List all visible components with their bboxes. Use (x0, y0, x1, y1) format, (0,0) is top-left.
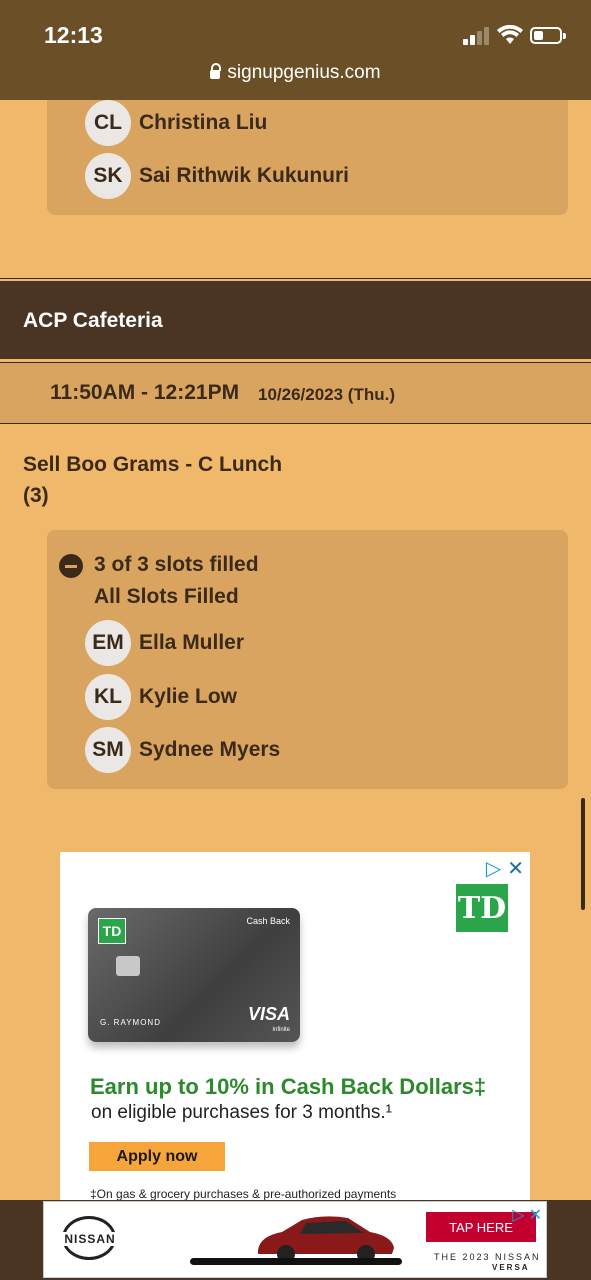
all-slots-filled-label: All Slots Filled (94, 585, 239, 608)
participant: CL Christina Liu (85, 100, 267, 146)
participant-name: Ella Muller (139, 631, 245, 654)
participant: EM Ella Muller (85, 620, 244, 666)
wifi-icon (497, 25, 523, 44)
battery-icon (530, 27, 566, 44)
participant: KL Kylie Low (85, 674, 237, 720)
slot-box: 3 of 3 slots filled All Slots Filled EM … (47, 530, 568, 789)
time-range-bar: 11:50AM - 12:21PM 10/26/2023 (Thu.) (0, 362, 591, 424)
model-line: THE 2023 NISSAN (434, 1252, 541, 1262)
time-range: 11:50AM - 12:21PM (50, 381, 240, 404)
card-holder: G. RAYMOND (100, 1018, 161, 1027)
divider (0, 278, 591, 279)
ad-footnote: ‡On gas & grocery purchases & pre-author… (90, 1187, 397, 1201)
cellular-signal-icon (463, 27, 493, 45)
status-bar-overlay: 12:13 signupgenius.com (0, 0, 591, 100)
participant-name: Kylie Low (139, 685, 238, 708)
visa-logo: VISA (247, 1004, 290, 1024)
nissan-banner-ad[interactable]: NISSAN TAP HERE ▷ ✕ THE 2023 NISSAN VERS… (43, 1201, 547, 1278)
home-indicator[interactable] (190, 1258, 402, 1265)
apply-now-button[interactable]: Apply now (89, 1142, 225, 1171)
participant-name: Sai Rithwik Kukunuri (139, 164, 350, 187)
card-chip-icon (116, 956, 140, 976)
nissan-logo: NISSAN (52, 1214, 128, 1264)
td-logo: TD (456, 884, 508, 932)
slot-title-line: Sell Boo Grams - C Lunch (23, 453, 283, 476)
ad-headline: Earn up to 10% in Cash Back Dollars‡ (90, 1074, 487, 1099)
lock-icon (210, 63, 222, 79)
close-icon[interactable]: ✕ (507, 856, 524, 881)
url-bar[interactable]: signupgenius.com (0, 62, 591, 84)
participant-name: Sydnee Myers (139, 738, 281, 761)
location-header: ACP Cafeteria (0, 281, 591, 359)
participant: SM Sydnee Myers (85, 727, 280, 773)
slots-filled-status: 3 of 3 slots filled (94, 553, 259, 576)
adchoices-icon[interactable]: ▷ (512, 1205, 524, 1225)
avatar: KL (85, 674, 131, 720)
close-icon[interactable]: ✕ (529, 1205, 542, 1225)
avatar: EM (85, 620, 131, 666)
car-image (258, 1216, 394, 1263)
card-td-logo: TD (98, 918, 126, 944)
avatar: SK (85, 153, 131, 199)
scrollbar[interactable] (581, 798, 585, 910)
location-name: ACP Cafeteria (23, 309, 163, 332)
participant-name: Christina Liu (139, 111, 268, 134)
nissan-brand-text: NISSAN (52, 1232, 128, 1246)
ad-choices[interactable]: ▷ ✕ (486, 856, 524, 881)
card-label: Cash Back (246, 916, 290, 926)
td-advertisement[interactable]: ▷ ✕ TD TD Cash Back G. RAYMOND VISA Infi… (60, 852, 530, 1212)
ad-subline: on eligible purchases for 3 months.¹ (91, 1102, 392, 1123)
avatar: CL (85, 100, 131, 146)
card-tier: Infinite (272, 1027, 290, 1033)
clock: 12:13 (44, 22, 103, 48)
filled-minus-icon (59, 554, 83, 578)
slot-count: (3) (23, 484, 49, 507)
banner-ad-choices[interactable]: ▷ ✕ (512, 1205, 542, 1225)
avatar: SM (85, 727, 131, 773)
date-label: 10/26/2023 (Thu.) (258, 385, 396, 404)
model-name: VERSA (492, 1263, 530, 1272)
participant: SK Sai Rithwik Kukunuri (85, 153, 349, 199)
slot-title: Sell Boo Grams - C Lunch (3) (23, 449, 282, 511)
adchoices-icon[interactable]: ▷ (486, 856, 501, 881)
url-text: signupgenius.com (227, 62, 381, 83)
credit-card-image: TD Cash Back G. RAYMOND VISA Infinite (88, 908, 300, 1042)
